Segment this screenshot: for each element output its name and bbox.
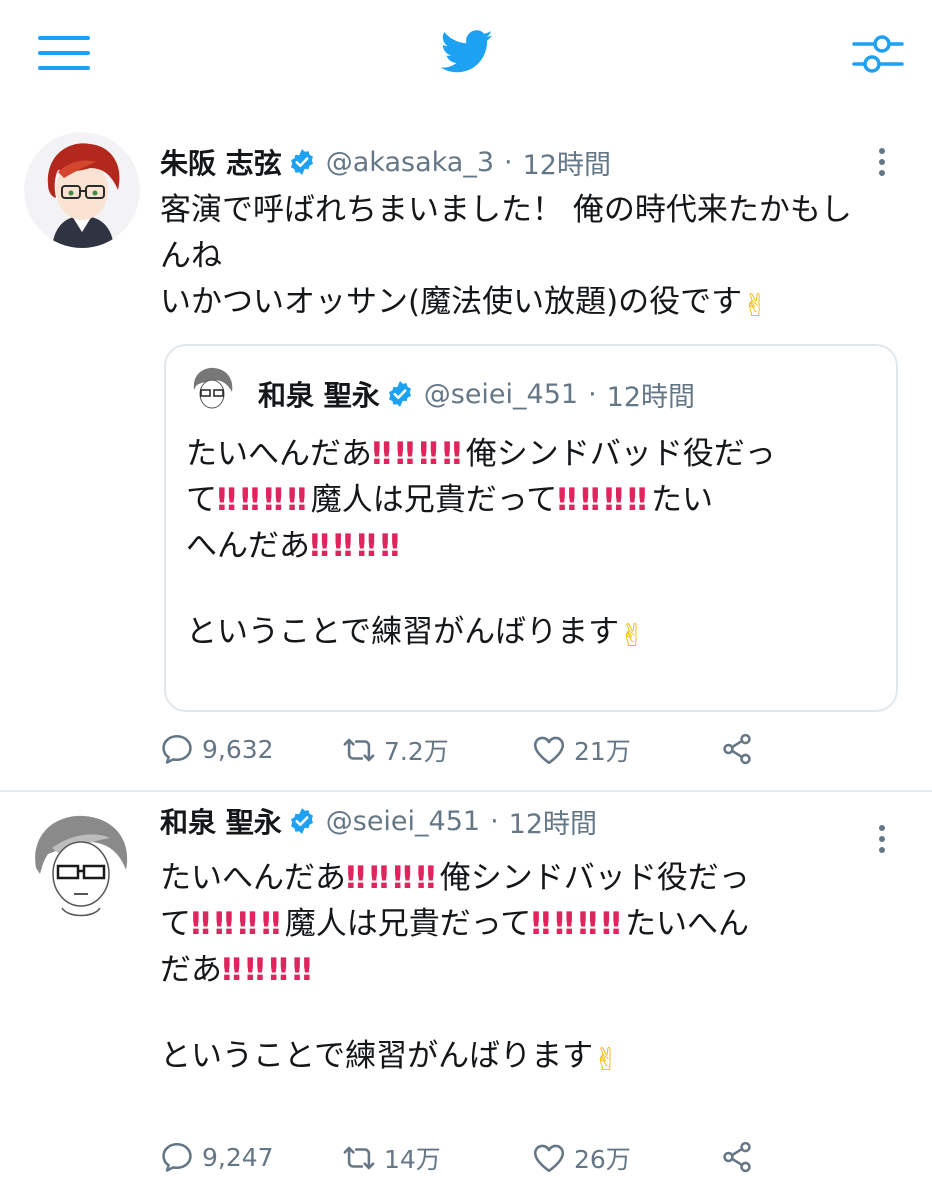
tweet[interactable]: 朱阪 志弦 @akasaka_3 · 12時間 客演で呼ばれちまいました！ 俺の… bbox=[0, 112, 932, 792]
like-count: 21万 bbox=[574, 737, 631, 766]
double-exclamation-emoji: ‼‼‼‼ bbox=[531, 906, 625, 942]
user-handle[interactable]: @akasaka_3 bbox=[326, 147, 494, 178]
retweet-icon bbox=[343, 1146, 375, 1170]
reply-button[interactable]: 9,632 bbox=[160, 732, 274, 766]
like-button[interactable]: 21万 bbox=[532, 732, 631, 768]
separator-dot: · bbox=[490, 805, 499, 837]
text-line: ということで練習がんばります✌ bbox=[186, 609, 886, 659]
reply-count: 9,247 bbox=[202, 1142, 274, 1172]
avatar[interactable] bbox=[24, 132, 140, 248]
share-button[interactable] bbox=[720, 1140, 754, 1174]
victory-hand-emoji: ✌ bbox=[619, 618, 646, 654]
reply-count: 9,632 bbox=[202, 734, 274, 764]
verified-badge-icon bbox=[290, 149, 313, 175]
timestamp: 12時間 bbox=[606, 381, 696, 413]
heart-icon bbox=[533, 736, 565, 765]
retweet-count: 14万 bbox=[384, 1145, 441, 1174]
separator-dot: · bbox=[588, 378, 597, 410]
twitter-bird-icon[interactable] bbox=[440, 30, 494, 74]
text-line: だあ‼‼‼‼ bbox=[160, 952, 316, 988]
retweet-button[interactable]: 14万 bbox=[342, 1140, 441, 1176]
like-count: 26万 bbox=[574, 1145, 631, 1174]
double-exclamation-emoji: ‼‼‼‼ bbox=[557, 482, 651, 518]
heart-icon bbox=[533, 1144, 565, 1173]
avatar-illustration bbox=[22, 808, 140, 926]
text-line: て‼‼‼‼魔人は兄貴だって‼‼‼‼たい bbox=[186, 482, 713, 518]
text-line: たいへんだあ‼‼‼‼俺シンドバッド役だっ bbox=[160, 860, 750, 896]
reply-icon bbox=[162, 734, 192, 764]
like-button[interactable]: 26万 bbox=[532, 1140, 631, 1176]
victory-hand-emoji: ✌ bbox=[742, 288, 769, 324]
quoted-tweet-text: たいへんだあ‼‼‼‼俺シンドバッド役だっ て‼‼‼‼魔人は兄貴だって‼‼‼‼たい… bbox=[186, 431, 886, 659]
double-exclamation-emoji: ‼‼‼‼ bbox=[310, 528, 404, 564]
hamburger-menu-icon[interactable] bbox=[38, 36, 90, 70]
more-options-icon[interactable] bbox=[876, 148, 888, 178]
verified-badge-icon bbox=[290, 808, 313, 834]
user-handle[interactable]: @seiei_451 bbox=[326, 806, 480, 837]
tweet-header: 朱阪 志弦 @akasaka_3 · 12時間 bbox=[160, 142, 611, 182]
reply-icon bbox=[162, 1142, 192, 1172]
quoted-tweet-header: 和泉 聖永 @seiei_451 · 12時間 bbox=[258, 374, 695, 414]
double-exclamation-emoji: ‼‼‼‼ bbox=[346, 860, 440, 896]
tweet[interactable]: 和泉 聖永 @seiei_451 · 12時間 たいへんだあ‼‼‼‼俺シンドバッ… bbox=[0, 795, 932, 1200]
retweet-count: 7.2万 bbox=[384, 737, 449, 766]
text-line: たいへんだあ‼‼‼‼俺シンドバッド役だっ bbox=[186, 436, 776, 472]
reply-button[interactable]: 9,247 bbox=[160, 1140, 274, 1174]
double-exclamation-emoji: ‼‼‼‼ bbox=[372, 436, 466, 472]
retweet-icon bbox=[343, 738, 375, 762]
avatar-illustration bbox=[24, 132, 140, 248]
avatar[interactable] bbox=[22, 808, 140, 926]
double-exclamation-emoji: ‼‼‼‼ bbox=[217, 482, 311, 518]
double-exclamation-emoji: ‼‼‼‼ bbox=[222, 952, 316, 988]
text-line: へんだあ‼‼‼‼ bbox=[186, 528, 404, 564]
top-app-bar bbox=[0, 0, 932, 110]
victory-hand-emoji: ✌ bbox=[593, 1042, 620, 1078]
share-icon bbox=[723, 733, 751, 765]
display-name: 和泉 聖永 bbox=[258, 379, 380, 412]
tweet-text: たいへんだあ‼‼‼‼俺シンドバッド役だっ て‼‼‼‼魔人は兄貴だって‼‼‼‼たい… bbox=[160, 855, 900, 1083]
quoted-tweet[interactable]: 和泉 聖永 @seiei_451 · 12時間 たいへんだあ‼‼‼‼俺シンドバッ… bbox=[164, 344, 898, 712]
share-icon bbox=[723, 1141, 751, 1173]
text-line: 客演で呼ばれちまいました！ 俺の時代来たかもし bbox=[160, 192, 852, 228]
separator-dot: · bbox=[504, 146, 513, 178]
text-line: んね bbox=[160, 238, 222, 274]
double-exclamation-emoji: ‼‼‼‼ bbox=[191, 906, 285, 942]
user-handle: @seiei_451 bbox=[423, 378, 579, 410]
verified-badge-icon bbox=[388, 381, 411, 407]
tweet-actions: 9,247 14万 26万 bbox=[160, 1140, 880, 1180]
sliders-icon[interactable] bbox=[852, 32, 904, 76]
text-line: いかついオッサン(魔法使い放題)の役です✌ bbox=[160, 279, 880, 329]
tweet-header: 和泉 聖永 @seiei_451 · 12時間 bbox=[160, 801, 597, 841]
share-button[interactable] bbox=[720, 732, 754, 766]
more-options-icon[interactable] bbox=[876, 825, 888, 855]
timestamp[interactable]: 12時間 bbox=[523, 143, 611, 182]
display-name[interactable]: 和泉 聖永 bbox=[160, 801, 282, 841]
text-line: ということで練習がんばります✌ bbox=[160, 1033, 900, 1083]
tweet-actions: 9,632 7.2万 21万 bbox=[160, 732, 880, 772]
avatar bbox=[186, 364, 238, 416]
timestamp[interactable]: 12時間 bbox=[509, 802, 597, 841]
retweet-button[interactable]: 7.2万 bbox=[342, 732, 449, 768]
display-name[interactable]: 朱阪 志弦 bbox=[160, 142, 282, 182]
tweet-divider bbox=[0, 790, 932, 792]
tweet-text: 客演で呼ばれちまいました！ 俺の時代来たかもし んね いかついオッサン(魔法使い… bbox=[160, 187, 880, 329]
text-line: て‼‼‼‼魔人は兄貴だって‼‼‼‼たいへん bbox=[160, 906, 749, 942]
